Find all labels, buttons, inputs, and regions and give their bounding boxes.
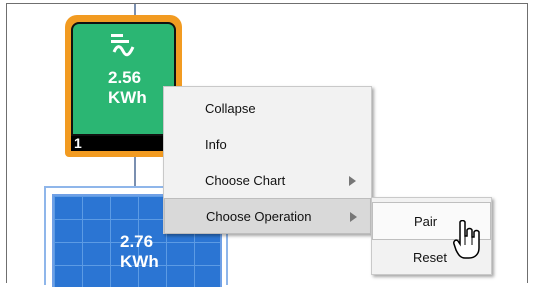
menu-item-choose-chart[interactable]: Choose Chart [164, 163, 371, 199]
submenu-arrow-icon [350, 212, 357, 222]
menu-item-collapse[interactable]: Collapse [164, 91, 371, 127]
hand-cursor-icon [453, 220, 480, 259]
solar-energy-value: 2.76 [120, 232, 154, 251]
submenu-arrow-icon [349, 176, 356, 186]
submenu-item-label: Reset [413, 250, 447, 265]
menu-item-label: Choose Chart [205, 173, 286, 188]
solar-energy-readout: 2.76 KWh [54, 232, 220, 272]
battery-energy-value: 2.56 [108, 68, 142, 87]
context-menu: Collapse Info Choose Chart Choose Operat… [163, 86, 372, 234]
menu-item-info[interactable]: Info [164, 127, 371, 163]
menu-item-label: Info [205, 137, 227, 152]
battery-body: 2.56 KWh [71, 22, 176, 136]
solar-energy-unit: KWh [120, 252, 159, 271]
battery-index: 1 [74, 135, 82, 151]
menu-item-label: Choose Operation [206, 209, 312, 224]
menu-item-choose-operation[interactable]: Choose Operation [164, 198, 371, 234]
menu-item-label: Collapse [205, 101, 256, 116]
battery-energy-readout: 2.56 KWh [73, 68, 174, 108]
battery-footer: 1 [71, 135, 176, 151]
battery-icon [111, 34, 135, 57]
submenu-item-label: Pair [414, 214, 438, 229]
